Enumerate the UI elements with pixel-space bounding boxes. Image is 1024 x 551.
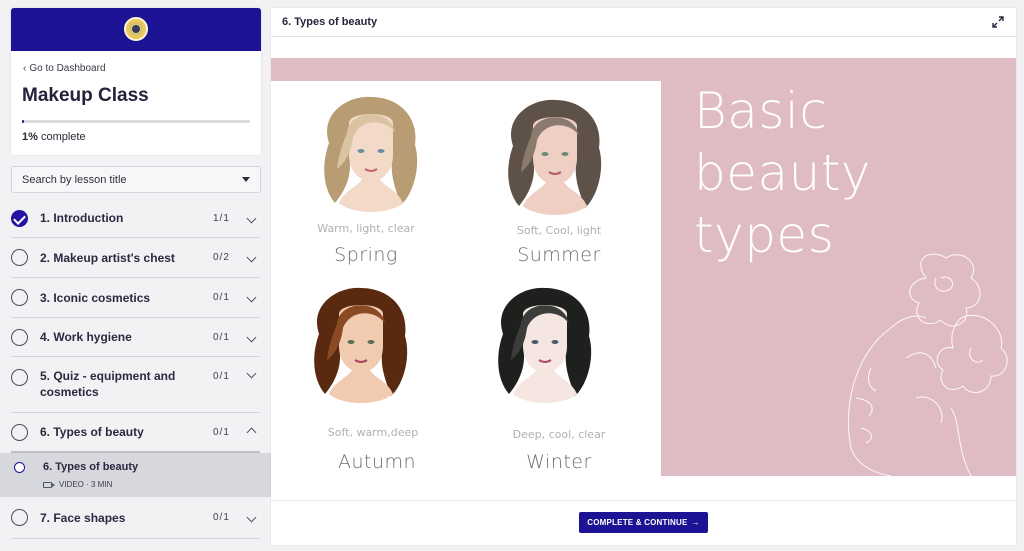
lesson-count: 0/1: [213, 331, 230, 343]
lesson-title: 7. Face shapes: [40, 510, 126, 525]
chevron-left-icon: ‹: [23, 63, 27, 74]
sublesson-title: 6. Types of beauty: [43, 461, 139, 473]
circle-icon: [11, 249, 28, 266]
chevron-up-icon: [246, 427, 257, 437]
lesson-count: 0/1: [213, 371, 230, 382]
caret-down-icon: [242, 177, 250, 182]
progress-percent: 1%: [22, 131, 38, 143]
progress-label: 1% complete: [22, 131, 86, 143]
chevron-down-icon: [246, 332, 257, 342]
type-desc: Warm, light, clear: [317, 222, 415, 235]
sublesson-types-of-beauty[interactable]: 6. Types of beauty VIDEO · 3 MIN: [0, 453, 271, 497]
lesson-item-quiz[interactable]: 5. Quiz - equipment and cosmetics 0/1: [11, 357, 260, 413]
course-card: ‹ Go to Dashboard Makeup Class 1% comple…: [11, 8, 261, 155]
chevron-down-icon: [246, 292, 257, 303]
course-progress-bar: [22, 120, 250, 123]
lesson-item-work-hygiene[interactable]: 4. Work hygiene 0/1: [11, 318, 260, 357]
lesson-search-select[interactable]: Search by lesson title: [11, 166, 261, 193]
circle-icon: [11, 328, 28, 346]
lesson-list: 1. Introduction 1/1 2. Makeup artist's c…: [0, 199, 271, 539]
back-to-dashboard-link[interactable]: ‹ Go to Dashboard: [23, 63, 106, 74]
lesson-item-face-shapes[interactable]: 7. Face shapes 0/1: [11, 497, 260, 539]
arrow-right-icon: →: [691, 518, 700, 527]
type-desc: Deep, cool, clear: [512, 428, 606, 441]
chevron-down-icon: [246, 252, 257, 263]
type-desc: Soft, warm,deep: [327, 426, 419, 439]
lesson-footer: COMPLETE & CONTINUE →: [271, 500, 1016, 545]
lesson-title: 2. Makeup artist's chest: [40, 250, 175, 265]
course-title: Makeup Class: [22, 85, 149, 106]
lesson-count: 0/2: [213, 252, 230, 263]
lesson-count: 0/1: [213, 426, 230, 438]
flower-face-line-art: [847, 253, 1008, 476]
type-name: Autumn: [337, 451, 417, 473]
sublesson-meta: VIDEO · 3 MIN: [43, 480, 112, 489]
slide-title-line: types: [694, 206, 835, 264]
lesson-title: 5. Quiz - equipment and cosmetics: [40, 369, 176, 399]
lesson-header-title: 6. Types of beauty: [282, 16, 378, 28]
lesson-title: 4. Work hygiene: [40, 330, 132, 344]
lesson-count: 0/1: [213, 512, 230, 523]
lesson-title: 3. Iconic cosmetics: [40, 290, 151, 305]
brand-header: [11, 8, 261, 51]
lesson-count: 0/1: [213, 292, 230, 303]
back-link-label: Go to Dashboard: [29, 63, 106, 74]
slide-title-line: beauty: [694, 144, 872, 202]
slide-title-line: Basic: [694, 82, 828, 140]
lesson-title: 1. Introduction: [40, 211, 124, 225]
video-camera-icon: [43, 481, 55, 488]
type-name: Summer: [517, 244, 601, 266]
check-circle-icon: [11, 209, 28, 227]
spring-portrait: [309, 93, 431, 215]
course-sidebar: ‹ Go to Dashboard Makeup Class 1% comple…: [0, 0, 271, 551]
slide-title: Basic beauty types: [694, 80, 871, 266]
chevron-down-icon: [246, 512, 257, 523]
circle-icon: [11, 369, 28, 386]
lesson-status-ring-icon: [14, 462, 25, 473]
summer-portrait: [493, 96, 615, 218]
lesson-count: 1/1: [213, 212, 230, 224]
lesson-content: 6. Types of beauty Basic beauty types Wa…: [271, 8, 1016, 545]
lesson-item-iconic-cosmetics[interactable]: 3. Iconic cosmetics 0/1: [11, 278, 260, 318]
type-desc: Soft, Cool, light: [516, 224, 602, 237]
lesson-header: 6. Types of beauty: [271, 8, 1016, 37]
autumn-portrait: [299, 284, 421, 406]
lesson-item-types-of-beauty[interactable]: 6. Types of beauty 0/1: [11, 413, 260, 453]
lesson-slide: Basic beauty types Warm, light, clear Sp…: [271, 58, 1016, 476]
complete-and-continue-button[interactable]: COMPLETE & CONTINUE →: [579, 512, 708, 533]
circle-icon: [11, 423, 28, 441]
progress-suffix: complete: [40, 131, 86, 143]
lesson-item-makeup-artists-chest[interactable]: 2. Makeup artist's chest 0/2: [11, 238, 260, 278]
chevron-down-icon: [246, 213, 257, 223]
sublesson-meta-text: VIDEO · 3 MIN: [59, 480, 113, 489]
type-name: Spring: [334, 244, 398, 266]
winter-portrait: [483, 284, 605, 406]
lesson-title: 6. Types of beauty: [40, 425, 144, 439]
school-logo-icon[interactable]: [124, 17, 148, 41]
lesson-item-introduction[interactable]: 1. Introduction 1/1: [11, 199, 260, 238]
circle-icon: [11, 509, 28, 526]
cta-label: COMPLETE & CONTINUE: [587, 518, 688, 527]
type-name: Winter: [526, 451, 592, 473]
expand-icon[interactable]: [992, 16, 1004, 28]
course-progress-fill: [22, 120, 25, 123]
chevron-down-icon: [246, 368, 257, 379]
circle-icon: [11, 289, 28, 306]
lesson-search-placeholder: Search by lesson title: [22, 173, 127, 186]
